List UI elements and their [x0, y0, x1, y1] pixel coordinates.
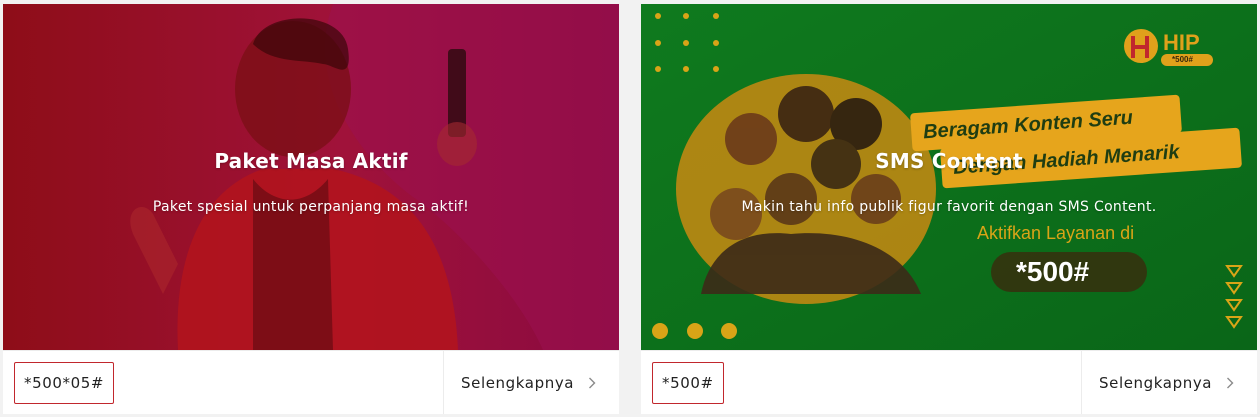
ussd-code-badge[interactable]: *500# [652, 362, 724, 404]
card-subtitle: Makin tahu info publik figur favorit den… [741, 199, 1157, 215]
product-card-paket-masa-aktif[interactable]: Paket Masa Aktif Paket spesial untuk per… [3, 4, 619, 414]
see-more-link[interactable]: Selengkapnya [1081, 351, 1257, 414]
see-more-link[interactable]: Selengkapnya [443, 351, 619, 414]
product-card-sms-content[interactable]: HIP *500# Beragam Konten Seru Dengan Had… [641, 4, 1257, 414]
card-footer: *500*05# Selengkapnya [3, 350, 619, 414]
ussd-code-badge[interactable]: *500*05# [14, 362, 115, 404]
chevron-right-icon [589, 377, 596, 389]
banner-overlay: Paket Masa Aktif Paket spesial untuk per… [3, 4, 619, 350]
see-more-label: Selengkapnya [1099, 374, 1213, 392]
see-more-label: Selengkapnya [461, 374, 575, 392]
chevron-right-icon [1227, 377, 1234, 389]
card-banner[interactable]: Paket Masa Aktif Paket spesial untuk per… [3, 4, 619, 350]
card-banner[interactable]: HIP *500# Beragam Konten Seru Dengan Had… [641, 4, 1257, 350]
card-subtitle: Paket spesial untuk perpanjang masa akti… [152, 199, 470, 215]
card-footer: *500# Selengkapnya [641, 350, 1257, 414]
banner-overlay: SMS Content Makin tahu info publik figur… [641, 4, 1257, 350]
card-title: SMS Content [875, 149, 1023, 173]
card-title: Paket Masa Aktif [214, 149, 408, 173]
